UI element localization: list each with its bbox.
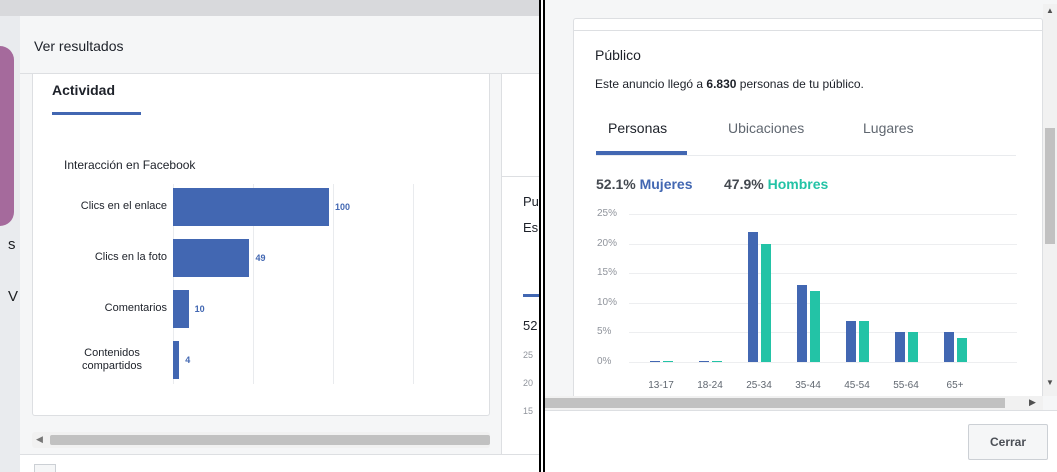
- women-label: Mujeres: [639, 176, 693, 192]
- tab-lugares[interactable]: Lugares: [863, 120, 914, 136]
- chart-gridline: [629, 273, 1017, 275]
- side-card-pct-fragment: 52: [523, 318, 538, 333]
- y-axis-tick-label: 10%: [597, 296, 618, 308]
- y-axis-tick-label: 20%: [597, 237, 618, 249]
- bar-men[interactable]: [761, 243, 771, 362]
- bar-men[interactable]: [859, 320, 869, 362]
- tab-personas[interactable]: Personas: [608, 120, 667, 136]
- side-card-top: [501, 74, 539, 180]
- audience-title: Público: [595, 47, 641, 63]
- bar-value-label: 100: [335, 202, 351, 212]
- active-tab-indicator: [52, 112, 141, 115]
- bar-men[interactable]: [908, 332, 918, 362]
- card-above-edge: [545, 0, 1045, 30]
- x-axis-tick-label: 65+: [946, 380, 964, 391]
- scroll-right-icon[interactable]: ▶: [1029, 397, 1036, 408]
- chart-gridline: [413, 184, 414, 384]
- side-card-title-fragment: Pu: [523, 194, 539, 209]
- bar[interactable]: [173, 341, 180, 379]
- scroll-up-icon[interactable]: ▲: [1046, 6, 1054, 15]
- footer-control-fragment: [34, 464, 56, 472]
- chart-gridline: [629, 362, 1017, 363]
- bar-value-label: 10: [194, 304, 205, 314]
- x-axis-tick-label: 25-34: [746, 380, 772, 391]
- bar-women[interactable]: [944, 332, 954, 362]
- bar-category-label: Clics en la foto: [94, 251, 167, 263]
- men-legend: 47.9% Hombres: [724, 176, 828, 192]
- tab-divider: [596, 155, 1016, 156]
- subtitle-suffix: personas de tu público.: [736, 77, 864, 91]
- side-card-tab-indicator: [523, 294, 539, 297]
- vertical-scrollbar[interactable]: ▲ ▼: [1043, 4, 1057, 396]
- scrollbar-thumb[interactable]: [545, 398, 1005, 408]
- men-label: Hombres: [767, 176, 829, 192]
- x-axis-tick-label: 35-44: [795, 380, 821, 391]
- side-card-text-fragment: Es: [523, 220, 539, 235]
- chart-gridline: [333, 184, 334, 384]
- bar-category-label: Contenidos compartidos: [82, 347, 142, 372]
- bar-category-label: Clics en el enlace: [80, 200, 167, 212]
- side-card-ytick-fragment: 20: [523, 378, 534, 388]
- x-axis-tick-label: 45-54: [844, 380, 870, 391]
- background-text-fragment: V: [8, 288, 19, 305]
- bar[interactable]: [173, 239, 250, 277]
- bar-men[interactable]: [663, 360, 673, 362]
- bar-women[interactable]: [650, 360, 660, 362]
- subtitle-prefix: Este anuncio llegó a: [595, 77, 707, 91]
- side-card-ytick-fragment: 15: [523, 406, 534, 416]
- bar-value-label: 4: [185, 355, 191, 365]
- background-nav-strip: [0, 0, 539, 16]
- background-avatar-shape: [0, 46, 14, 226]
- bar[interactable]: [173, 290, 189, 328]
- scrollbar-thumb[interactable]: [50, 435, 490, 445]
- bar-women[interactable]: [699, 360, 709, 362]
- x-axis-tick-label: 13-17: [648, 380, 674, 391]
- bar-category-label: Comentarios: [104, 302, 167, 314]
- horizontal-scrollbar[interactable]: ◀: [32, 432, 490, 448]
- y-axis-tick-label: 15%: [597, 267, 618, 279]
- left-screenshot: s V Ver resultados Actividad Interacción…: [0, 0, 541, 472]
- y-axis-tick-label: 5%: [597, 326, 612, 338]
- bar-men[interactable]: [810, 290, 820, 362]
- bar-women[interactable]: [748, 231, 758, 362]
- chart-gridline: [629, 214, 1017, 215]
- y-axis-tick-label: 0%: [597, 356, 612, 367]
- bar-value-label: 49: [255, 253, 266, 263]
- bar-men[interactable]: [712, 360, 722, 362]
- women-legend: 52.1% Mujeres: [596, 176, 693, 192]
- active-tab-indicator: [596, 151, 687, 155]
- horizontal-scrollbar[interactable]: ▶: [545, 396, 1043, 410]
- modal-footer: [20, 454, 539, 472]
- background-text-fragment: s: [8, 236, 16, 253]
- chart-gridline: [629, 243, 1017, 245]
- bar-women[interactable]: [797, 285, 807, 362]
- tab-ubicaciones[interactable]: Ubicaciones: [728, 120, 804, 136]
- chart-title: Interacción en Facebook: [64, 158, 196, 172]
- audience-subtitle: Este anuncio llegó a 6.830 personas de t…: [595, 77, 864, 91]
- modal-header: Ver resultados: [20, 16, 539, 74]
- chart-gridline: [629, 302, 1017, 304]
- y-axis-tick-label: 25%: [597, 208, 618, 219]
- previous-card-edge: [573, 18, 1043, 30]
- x-axis-tick-label: 18-24: [697, 380, 723, 391]
- scroll-left-icon[interactable]: ◀: [36, 434, 43, 445]
- bar-women[interactable]: [895, 332, 905, 362]
- scrollbar-thumb[interactable]: [1045, 128, 1055, 244]
- women-percentage: 52.1%: [596, 176, 636, 192]
- scroll-down-icon[interactable]: ▼: [1046, 378, 1054, 387]
- modal-title: Ver resultados: [34, 38, 124, 54]
- reach-count: 6.830: [706, 77, 737, 91]
- close-button[interactable]: Cerrar: [968, 424, 1048, 460]
- results-modal: Ver resultados Actividad Interacción en …: [20, 16, 539, 472]
- chart-gridline: [629, 332, 1017, 334]
- bar[interactable]: [173, 188, 329, 226]
- bar-men[interactable]: [957, 338, 967, 362]
- men-percentage: 47.9%: [724, 176, 764, 192]
- side-card-ytick-fragment: 25: [523, 350, 534, 360]
- right-screenshot: Público Este anuncio llegó a 6.830 perso…: [543, 0, 1057, 472]
- bar-women[interactable]: [846, 320, 856, 362]
- x-axis-tick-label: 55-64: [893, 380, 919, 391]
- tab-actividad[interactable]: Actividad: [52, 82, 115, 98]
